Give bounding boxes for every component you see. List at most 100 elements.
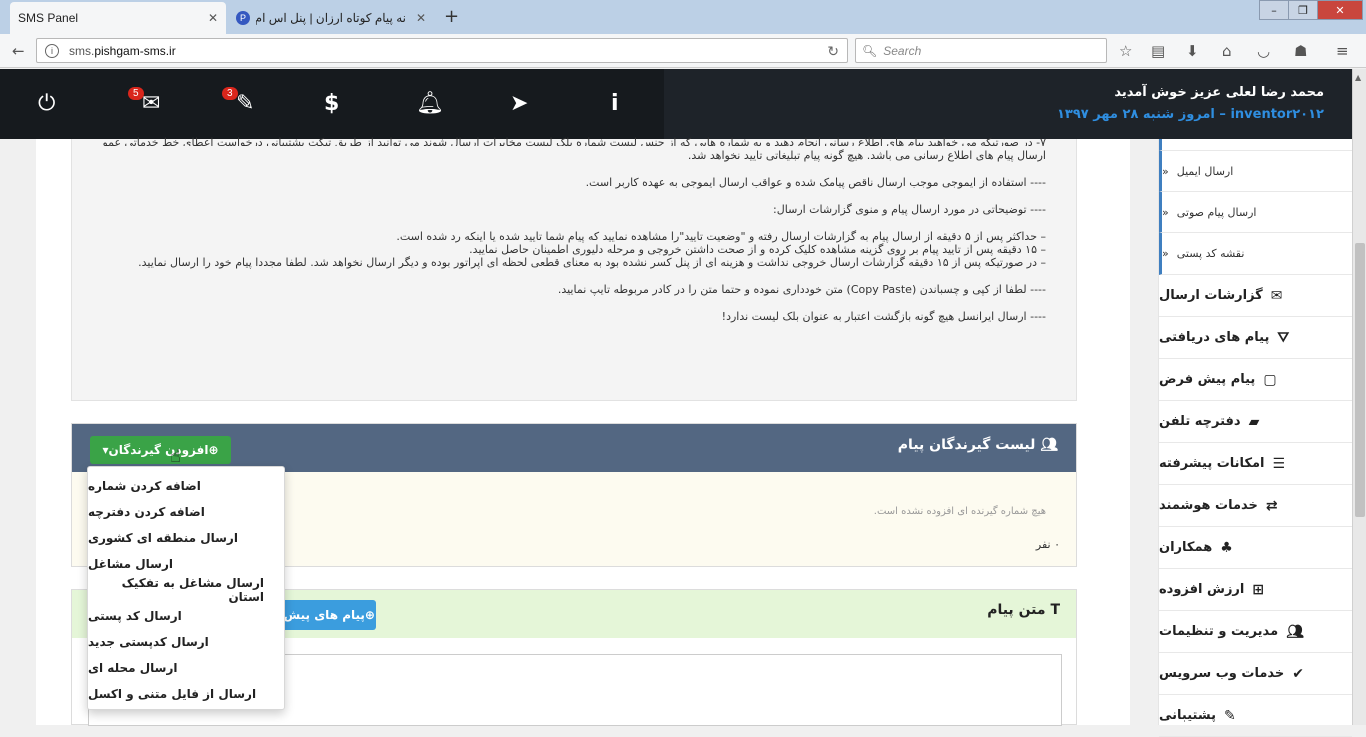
home-icon[interactable]: ⌂	[1222, 42, 1232, 60]
plus-square-icon: ⊞	[1252, 581, 1265, 598]
reading-list-icon[interactable]: ▤	[1151, 42, 1165, 60]
download-icon[interactable]: ⬇	[1186, 42, 1199, 60]
menu-item-from-file[interactable]: ارسال از فایل متنی و اکسل	[88, 681, 284, 707]
sidebar-item-partners[interactable]: ♣ همکاران	[1159, 527, 1352, 569]
sidebar-item-phonebook[interactable]: ▰ دفترچه تلفن	[1159, 401, 1352, 443]
maximize-window-button[interactable]: ❐	[1288, 0, 1318, 20]
tickets-icon[interactable]: ✎ 3	[222, 87, 254, 116]
plus-circle-icon: ⊕	[208, 443, 219, 457]
header-toolbar: ⏻ ✉ 5 ✎ 3 $ 🔔︎ ➤ i	[0, 69, 664, 139]
sidebar-item-default-messages[interactable]: ▢ پیام پیش فرض	[1159, 359, 1352, 401]
add-recipients-label: افزودن گیرندگان	[108, 443, 209, 457]
empty-recipients-text: هیچ شماره گیرنده ای افزوده نشده است.	[873, 506, 1046, 517]
info-icon[interactable]: i	[611, 91, 619, 116]
search-icon: 🔍︎	[862, 43, 878, 58]
info-line: ---- استفاده از ایموجی موجب ارسال ناقص پ…	[585, 176, 1046, 189]
plus-circle-icon: ⊕	[364, 608, 375, 622]
sidebar-subitem[interactable]: ارسال ایمیل «	[1159, 151, 1352, 192]
add-recipients-button[interactable]: ⊕ افزودن گیرندگان ▾	[90, 436, 231, 464]
recipients-title: 👥︎ لیست گیرندگان پیام	[897, 437, 1058, 453]
menu-item-add-number[interactable]: اضافه کردن شماره	[88, 473, 284, 499]
url-domain: pishgam-sms.ir	[94, 43, 176, 58]
url-prefix: sms.	[69, 43, 95, 58]
browser-nav-bar: ← i sms. pishgam-sms.ir ↻ 🔍︎ Search ☆ ▤ ⬇…	[0, 34, 1366, 68]
address-bar[interactable]: i sms. pishgam-sms.ir ↻	[36, 38, 848, 63]
sidebar-subitem[interactable]: نقشه کد پستی «	[1159, 233, 1352, 275]
info-line: – در صورتیکه پس از ۱۵ دقیقه گزارشات ارسا…	[138, 256, 1046, 269]
bookmark-star-icon[interactable]: ☆	[1119, 42, 1132, 60]
sidebar-item-settings[interactable]: 👥︎ مدیریت و تنظیمات	[1159, 611, 1352, 653]
search-input[interactable]: 🔍︎ Search	[855, 38, 1107, 63]
sidebar-subitem[interactable]: ارسال پیام صوتی «	[1159, 192, 1352, 233]
menu-item-jobs-send[interactable]: ارسال مشاغل	[88, 551, 284, 577]
messages-badge: 5	[128, 87, 144, 100]
sidebar-submenu-top	[1159, 139, 1352, 151]
envelope-icon: ✉	[1270, 287, 1283, 304]
date-text: inventor۲۰۱۲ – امروز شنبه ۲۸ مهر ۱۳۹۷	[1056, 107, 1324, 122]
info-line: ارسال پیام های اطلاع رسانی می باشد. هیچ …	[687, 149, 1046, 162]
sidebar: ارسال ایمیل « ارسال پیام صوتی « نقشه کد پس…	[1158, 139, 1352, 737]
logout-power-icon[interactable]: ⏻	[38, 91, 55, 116]
send-plane-icon[interactable]: ➤	[510, 91, 528, 116]
info-line: – حداکثر پس از ۵ دقیقه از ارسال پیام به …	[396, 230, 1046, 243]
sidebar-item-value-added[interactable]: ⊞ ارزش افزوده	[1159, 569, 1352, 611]
menu-item-add-phonebook[interactable]: اضافه کردن دفترچه	[88, 499, 284, 525]
info-line: ۷- در صورتیکه می خواهید پیام های اطلاع ر…	[102, 136, 1046, 146]
menu-item-regional-send[interactable]: ارسال منطقه ای کشوری	[88, 525, 284, 551]
sidebar-item-inbox[interactable]: ⛛ پیام های دریافتی	[1159, 317, 1352, 359]
inbox-icon: ⛛	[1277, 329, 1290, 346]
sidebar-item-web-service[interactable]: ✔ خدمات وب سرویس	[1159, 653, 1352, 695]
recipient-count: ۰ نفر	[1035, 538, 1060, 551]
sidebar-item-reports[interactable]: ✉ گزارشات ارسال	[1159, 275, 1352, 317]
search-placeholder: Search	[883, 43, 922, 58]
file-icon: ▢	[1263, 371, 1277, 388]
check-circle-icon: ✔	[1292, 665, 1305, 682]
info-line: ---- توضیحاتی در مورد ارسال پیام و منوی …	[773, 203, 1046, 216]
info-line: – ۱۵ دقیقه پس از تایید پیام بر روی گزینه…	[469, 243, 1046, 256]
scroll-up-icon[interactable]: ▲	[1355, 73, 1361, 82]
reload-icon[interactable]: ↻	[827, 43, 839, 60]
bell-icon[interactable]: 🔔︎	[416, 91, 444, 116]
ticket-icon: ✎	[1223, 707, 1236, 724]
tab-label: نه پیام کوتاه ارزان | پنل اس ام اس	[256, 11, 406, 25]
close-tab-icon[interactable]: ✕	[208, 11, 218, 25]
add-recipients-dropdown: اضافه کردن شماره اضافه کردن دفترچه ارسال…	[87, 466, 285, 710]
menu-item-neighborhood[interactable]: ارسال محله ای	[88, 655, 284, 681]
back-arrow-icon[interactable]: ←	[12, 42, 25, 60]
info-icon[interactable]: i	[45, 43, 59, 58]
browser-tab-bar: SMS Panel ✕ P نه پیام کوتاه ارزان | پنل …	[0, 0, 1366, 34]
list-icon: ☰	[1272, 455, 1286, 472]
info-line: ---- ارسال ایرانسل هیچ گونه بازگشت اعتبا…	[721, 310, 1046, 323]
close-window-button[interactable]: ✕	[1317, 0, 1363, 20]
sitemap-icon: ♣	[1220, 539, 1233, 556]
caret-down-icon: ▾	[102, 443, 109, 457]
info-notice-box: ۷- در صورتیکه می خواهید پیام های اطلاع ر…	[71, 136, 1077, 401]
menu-icon[interactable]: ≡	[1336, 42, 1349, 60]
tab-label: SMS Panel	[18, 11, 79, 25]
sidebar-item-advanced[interactable]: ☰ امکانات پیشرفته	[1159, 443, 1352, 485]
sidebar-item-smart-services[interactable]: ⇄ خدمات هوشمند	[1159, 485, 1352, 527]
sidebar-item-support[interactable]: ✎ پشتیبانی	[1159, 695, 1352, 737]
users-icon: 👥︎	[1035, 437, 1058, 453]
new-tab-icon[interactable]: +	[444, 6, 459, 27]
dollar-icon[interactable]: $	[324, 91, 339, 116]
message-title: T متن پیام	[987, 602, 1060, 618]
tab-pishgam[interactable]: P نه پیام کوتاه ارزان | پنل اس ام اس ✕	[228, 2, 434, 34]
page-scrollbar[interactable]: ▲	[1352, 69, 1366, 725]
menu-item-jobs-by-province[interactable]: ارسال مشاغل به تفکیک استان	[88, 576, 284, 604]
menu-item-new-postal-code[interactable]: ارسال کدپستی جدید	[88, 629, 284, 655]
welcome-text: محمد رضا لعلی عزیز خوش آمدید	[1114, 85, 1324, 100]
close-tab-icon[interactable]: ✕	[416, 11, 426, 25]
extension-icon[interactable]: ☗	[1294, 42, 1307, 60]
scroll-thumb[interactable]	[1355, 243, 1365, 517]
pocket-icon[interactable]: ◡	[1257, 42, 1270, 60]
tab-sms-panel[interactable]: SMS Panel ✕	[10, 2, 226, 34]
messages-icon[interactable]: ✉ 5	[128, 87, 160, 116]
book-icon: ▰	[1248, 413, 1260, 430]
users-icon: 👥︎	[1286, 623, 1304, 640]
app-header: ⏻ ✉ 5 ✎ 3 $ 🔔︎ ➤ i محمد رضا لعلی عزیز خوش …	[0, 69, 1352, 139]
minimize-window-button[interactable]: –	[1259, 0, 1289, 20]
menu-item-postal-code[interactable]: ارسال کد پستی	[88, 603, 284, 629]
site-favicon-icon: P	[236, 11, 250, 25]
info-line: ---- لطفا از کپی و چسباندن (Copy Paste) …	[557, 283, 1046, 296]
